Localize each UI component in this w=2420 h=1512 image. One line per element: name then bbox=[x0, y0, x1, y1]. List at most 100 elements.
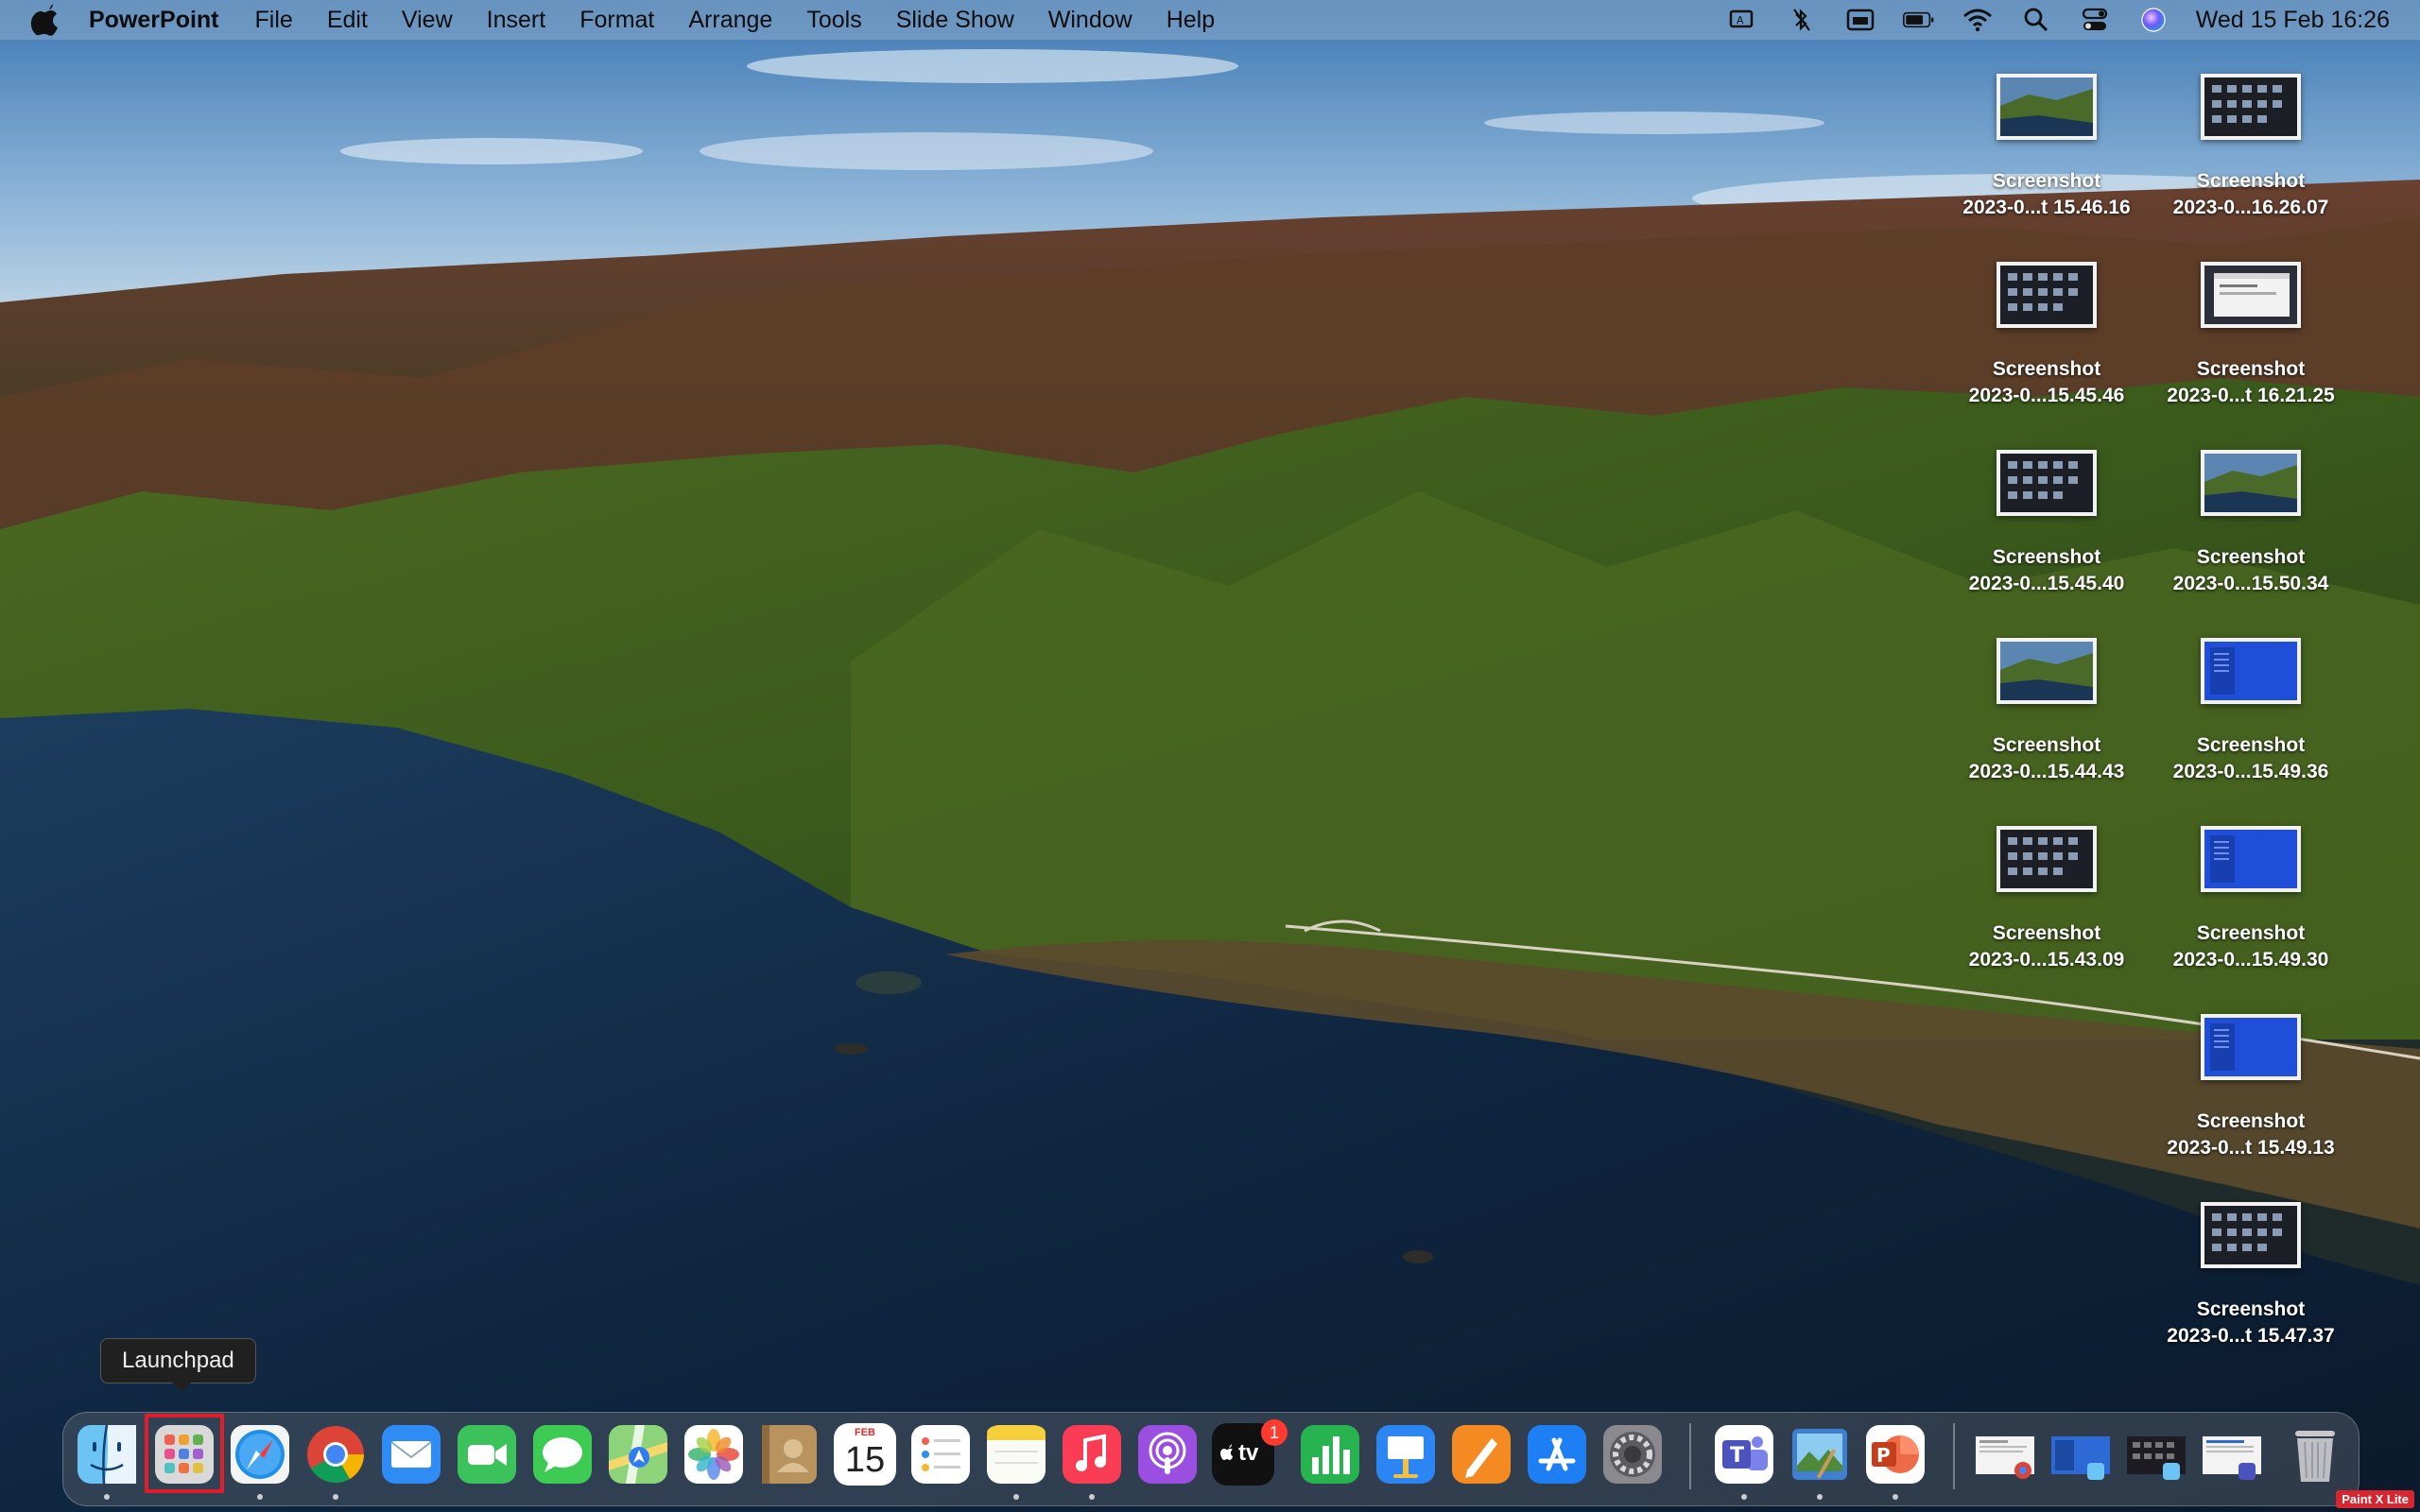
dock-minimized-window-3[interactable] bbox=[2125, 1423, 2187, 1486]
file-name-line-1: Screenshot bbox=[1992, 170, 2101, 192]
menubar-clock[interactable]: Wed 15 Feb 16:26 bbox=[2196, 7, 2390, 34]
desktop-screenshot-file[interactable]: Screenshot 2023-0...15.49.30 bbox=[2147, 826, 2355, 973]
desktop-screenshot-file[interactable]: Screenshot 2023-0...16.26.07 bbox=[2147, 74, 2355, 221]
file-name-line-1: Screenshot bbox=[1992, 358, 2101, 380]
menu-arrange[interactable]: Arrange bbox=[688, 7, 772, 34]
dock-system-preferences-icon[interactable] bbox=[1601, 1423, 1664, 1486]
dock-music-icon[interactable] bbox=[1061, 1423, 1123, 1486]
menu-slide-show[interactable]: Slide Show bbox=[896, 7, 1014, 34]
dock-mail-icon[interactable] bbox=[380, 1423, 442, 1486]
keyboard-input-icon[interactable] bbox=[1844, 6, 1876, 34]
calendar-day-label: 15 bbox=[844, 1440, 886, 1480]
file-thumbnail bbox=[1996, 638, 2097, 704]
file-name-line-2: 2023-0...t 16.21.25 bbox=[2167, 385, 2335, 406]
dock-microsoft-teams-icon[interactable]: T bbox=[1713, 1423, 1775, 1486]
file-name-line-2: 2023-0...15.49.36 bbox=[2172, 761, 2329, 782]
file-thumbnail bbox=[2201, 826, 2301, 892]
file-name-line-1: Screenshot bbox=[1992, 922, 2101, 944]
menu-insert[interactable]: Insert bbox=[487, 7, 546, 34]
file-name-line-2: 2023-0...t 15.47.37 bbox=[2167, 1325, 2335, 1347]
file-name-line-1: Screenshot bbox=[2196, 1298, 2306, 1320]
desktop-screenshot-file[interactable]: Screenshot 2023-0...t 16.21.25 bbox=[2147, 262, 2355, 409]
file-thumbnail bbox=[1996, 450, 2097, 516]
dock-minimized-window-2[interactable] bbox=[2049, 1423, 2112, 1486]
active-app-name[interactable]: PowerPoint bbox=[89, 7, 219, 34]
wifi-icon[interactable] bbox=[1962, 6, 1994, 34]
desktop-screenshot-file[interactable]: Screenshot 2023-0...t 15.49.13 bbox=[2147, 1014, 2355, 1161]
dock-minimized-window-4[interactable] bbox=[2201, 1423, 2263, 1486]
file-name-line-2: 2023-0...t 15.46.16 bbox=[1962, 197, 2131, 218]
bluetooth-off-icon[interactable] bbox=[1786, 6, 1818, 34]
dock-minimized-window-1[interactable] bbox=[1974, 1423, 2036, 1486]
dock-numbers-icon[interactable] bbox=[1299, 1423, 1361, 1486]
file-name-line-1: Screenshot bbox=[1992, 546, 2101, 568]
dock-app-store-icon[interactable] bbox=[1526, 1423, 1588, 1486]
file-name-line-2: 2023-0...15.49.30 bbox=[2172, 949, 2329, 971]
desktop-screenshot-file[interactable]: Screenshot 2023-0...15.49.36 bbox=[2147, 638, 2355, 785]
file-thumbnail bbox=[2201, 638, 2301, 704]
menu-window[interactable]: Window bbox=[1048, 7, 1132, 34]
dock-trash-icon[interactable] bbox=[2284, 1423, 2346, 1486]
dock-tooltip: Launchpad bbox=[100, 1338, 256, 1383]
dock-preview-icon[interactable] bbox=[1789, 1423, 1851, 1486]
dock-tooltip-arrow bbox=[170, 1381, 193, 1392]
dock-keynote-icon[interactable] bbox=[1374, 1423, 1437, 1486]
menu-file[interactable]: File bbox=[255, 7, 293, 34]
file-name-line-1: Screenshot bbox=[2196, 170, 2306, 192]
dock-separator bbox=[1689, 1423, 1691, 1489]
svg-text:A: A bbox=[1737, 14, 1744, 26]
menu-help[interactable]: Help bbox=[1167, 7, 1215, 34]
file-thumbnail bbox=[2201, 1014, 2301, 1080]
desktop-screenshot-file[interactable]: Screenshot 2023-0...15.50.34 bbox=[2147, 450, 2355, 597]
desktop-screenshot-file[interactable]: Screenshot 2023-0...t 15.46.16 bbox=[1943, 74, 2151, 221]
file-thumbnail bbox=[2201, 262, 2301, 328]
dock-calendar-icon[interactable]: FEB 15 bbox=[834, 1423, 896, 1486]
file-name-line-2: 2023-0...15.43.09 bbox=[1968, 949, 2125, 971]
dock-powerpoint-icon[interactable]: P bbox=[1864, 1423, 1927, 1486]
desktop-screenshot-file[interactable]: Screenshot 2023-0...15.45.46 bbox=[1943, 262, 2151, 409]
svg-text:P: P bbox=[1876, 1444, 1891, 1467]
spotlight-search-icon[interactable] bbox=[2020, 6, 2052, 34]
battery-icon[interactable] bbox=[1902, 6, 1935, 34]
menu-format[interactable]: Format bbox=[579, 7, 654, 34]
menu-tools[interactable]: Tools bbox=[806, 7, 861, 34]
dock-facetime-icon[interactable] bbox=[456, 1423, 518, 1486]
dock-safari-icon[interactable] bbox=[229, 1423, 291, 1486]
file-name-line-1: Screenshot bbox=[2196, 922, 2306, 944]
file-thumbnail bbox=[2201, 74, 2301, 140]
control-center-icon[interactable] bbox=[2079, 6, 2111, 34]
apple-tv-notification-badge: 1 bbox=[1261, 1419, 1288, 1446]
dock-chrome-icon[interactable] bbox=[304, 1423, 367, 1486]
desktop-screenshot-file[interactable]: Screenshot 2023-0...15.45.40 bbox=[1943, 450, 2151, 597]
menu-edit[interactable]: Edit bbox=[327, 7, 368, 34]
siri-icon[interactable] bbox=[2137, 6, 2169, 34]
file-name-line-2: 2023-0...15.50.34 bbox=[2172, 573, 2329, 594]
dock-reminders-icon[interactable] bbox=[909, 1423, 972, 1486]
menu-bar: PowerPoint File Edit View Insert Format … bbox=[0, 0, 2420, 40]
dock-notes-icon[interactable] bbox=[985, 1423, 1047, 1486]
file-name-line-2: 2023-0...15.45.46 bbox=[1968, 385, 2125, 406]
desktop-screenshot-file[interactable]: Screenshot 2023-0...t 15.47.37 bbox=[2147, 1202, 2355, 1349]
dock-podcasts-icon[interactable] bbox=[1136, 1423, 1199, 1486]
file-thumbnail bbox=[1996, 74, 2097, 140]
file-name-line-2: 2023-0...15.45.40 bbox=[1968, 573, 2125, 594]
calendar-month-label: FEB bbox=[855, 1427, 875, 1438]
file-name-line-2: 2023-0...16.26.07 bbox=[2172, 197, 2329, 218]
apple-menu-icon[interactable] bbox=[30, 4, 59, 36]
screen-mirroring-icon[interactable]: A bbox=[1727, 6, 1759, 34]
dock-pages-icon[interactable] bbox=[1450, 1423, 1512, 1486]
desktop-screenshot-file[interactable]: Screenshot 2023-0...15.43.09 bbox=[1943, 826, 2151, 973]
dock-messages-icon[interactable] bbox=[531, 1423, 594, 1486]
menu-view[interactable]: View bbox=[402, 7, 453, 34]
file-name-line-1: Screenshot bbox=[2196, 358, 2306, 380]
file-name-line-1: Screenshot bbox=[2196, 734, 2306, 756]
dock-finder-icon[interactable] bbox=[76, 1423, 138, 1486]
status-menus: A Wed 15 Feb 16:26 bbox=[1727, 0, 2420, 40]
desktop-screenshot-file[interactable]: Screenshot 2023-0...15.44.43 bbox=[1943, 638, 2151, 785]
file-name-line-2: 2023-0...15.44.43 bbox=[1968, 761, 2125, 782]
dock-maps-icon[interactable] bbox=[607, 1423, 669, 1486]
dock-contacts-icon[interactable] bbox=[758, 1423, 821, 1486]
dock-photos-icon[interactable] bbox=[683, 1423, 745, 1486]
paint-x-lite-watermark: Paint X Lite bbox=[2336, 1490, 2414, 1508]
file-thumbnail bbox=[1996, 262, 2097, 328]
